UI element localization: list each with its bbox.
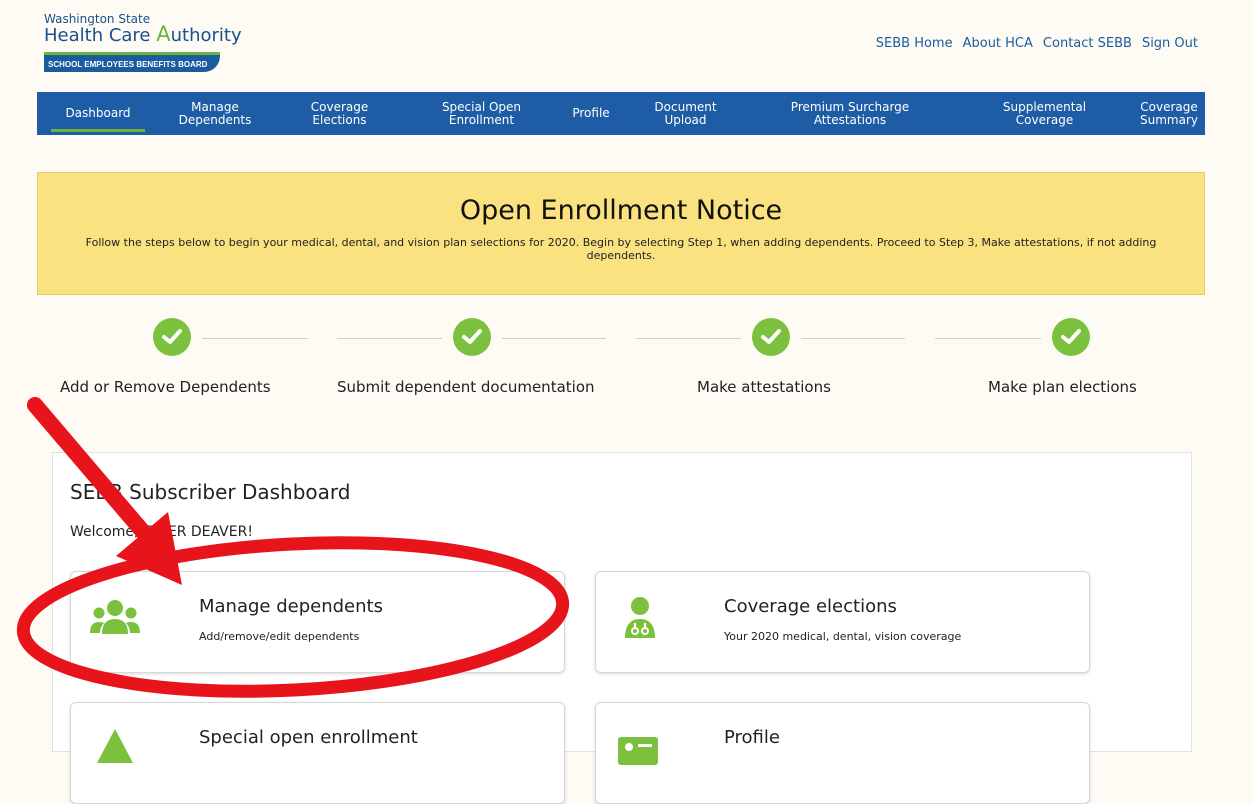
card-special-open-enrollment[interactable]: Special open enrollment xyxy=(70,702,565,804)
step-4-check-icon[interactable] xyxy=(1052,318,1090,356)
card-description: Your 2020 medical, dental, vision covera… xyxy=(724,630,962,643)
card-title: Profile xyxy=(724,727,780,748)
logo-banner: SCHOOL EMPLOYEES BENEFITS BOARD xyxy=(44,52,220,72)
step-3-check-icon[interactable] xyxy=(752,318,790,356)
nav-special-open-enrollment[interactable]: Special Open Enrollment xyxy=(408,92,555,135)
nav-profile[interactable]: Profile xyxy=(555,92,627,135)
nav-coverage-elections[interactable]: Coverage Elections xyxy=(271,92,408,135)
step-connector xyxy=(337,338,442,339)
step-2-label[interactable]: Submit dependent documentation xyxy=(337,378,595,396)
main-nav: Dashboard Manage Dependents Coverage Elect… xyxy=(37,92,1205,135)
step-connector xyxy=(935,338,1041,339)
hca-logo[interactable]: Washington State Health Care Authority S… xyxy=(44,12,242,74)
triangle-icon xyxy=(89,723,141,773)
nav-coverage-summary[interactable]: Coverage Summary xyxy=(1133,92,1205,135)
link-sebb-home[interactable]: SEBB Home xyxy=(876,36,953,51)
step-1-check-icon[interactable] xyxy=(153,318,191,356)
logo-agency-text: Health Care Authority xyxy=(44,22,242,46)
open-enrollment-notice: Open Enrollment Notice Follow the steps … xyxy=(37,172,1205,295)
link-sign-out[interactable]: Sign Out xyxy=(1142,36,1198,51)
card-title: Special open enrollment xyxy=(199,727,418,748)
card-profile[interactable]: Profile xyxy=(595,702,1090,804)
nav-premium-surcharge-attestations[interactable]: Premium Surcharge Attestations xyxy=(744,92,956,135)
card-manage-dependents[interactable]: Manage dependents Add/remove/edit depend… xyxy=(70,571,565,673)
profile-card-icon xyxy=(614,723,666,773)
step-2-check-icon[interactable] xyxy=(453,318,491,356)
step-connector xyxy=(636,338,741,339)
users-icon xyxy=(89,592,141,642)
card-title: Manage dependents xyxy=(199,596,383,617)
nav-manage-dependents[interactable]: Manage Dependents xyxy=(159,92,271,135)
step-4-label[interactable]: Make plan elections xyxy=(988,378,1137,396)
step-connector xyxy=(801,338,905,339)
welcome-message: Welcome, TYLER DEAVER! xyxy=(70,524,253,540)
link-about-hca[interactable]: About HCA xyxy=(963,36,1033,51)
step-3-label[interactable]: Make attestations xyxy=(697,378,831,396)
step-connector xyxy=(502,338,606,339)
step-1-label[interactable]: Add or Remove Dependents xyxy=(60,378,271,396)
top-links: SEBB Home About HCA Contact SEBB Sign Ou… xyxy=(876,36,1198,51)
nav-dashboard[interactable]: Dashboard xyxy=(37,92,159,135)
notice-title: Open Enrollment Notice xyxy=(459,195,783,226)
nav-supplemental-coverage[interactable]: Supplemental Coverage xyxy=(956,92,1133,135)
card-title: Coverage elections xyxy=(724,596,897,617)
card-coverage-elections[interactable]: Coverage elections Your 2020 medical, de… xyxy=(595,571,1090,673)
notice-text: Follow the steps below to begin your med… xyxy=(85,236,1157,262)
step-connector xyxy=(202,338,308,339)
nav-document-upload[interactable]: Document Upload xyxy=(627,92,744,135)
link-contact-sebb[interactable]: Contact SEBB xyxy=(1043,36,1132,51)
card-description: Add/remove/edit dependents xyxy=(199,630,360,643)
dashboard-title: SEBB Subscriber Dashboard xyxy=(70,480,351,504)
doctor-icon xyxy=(614,592,666,642)
